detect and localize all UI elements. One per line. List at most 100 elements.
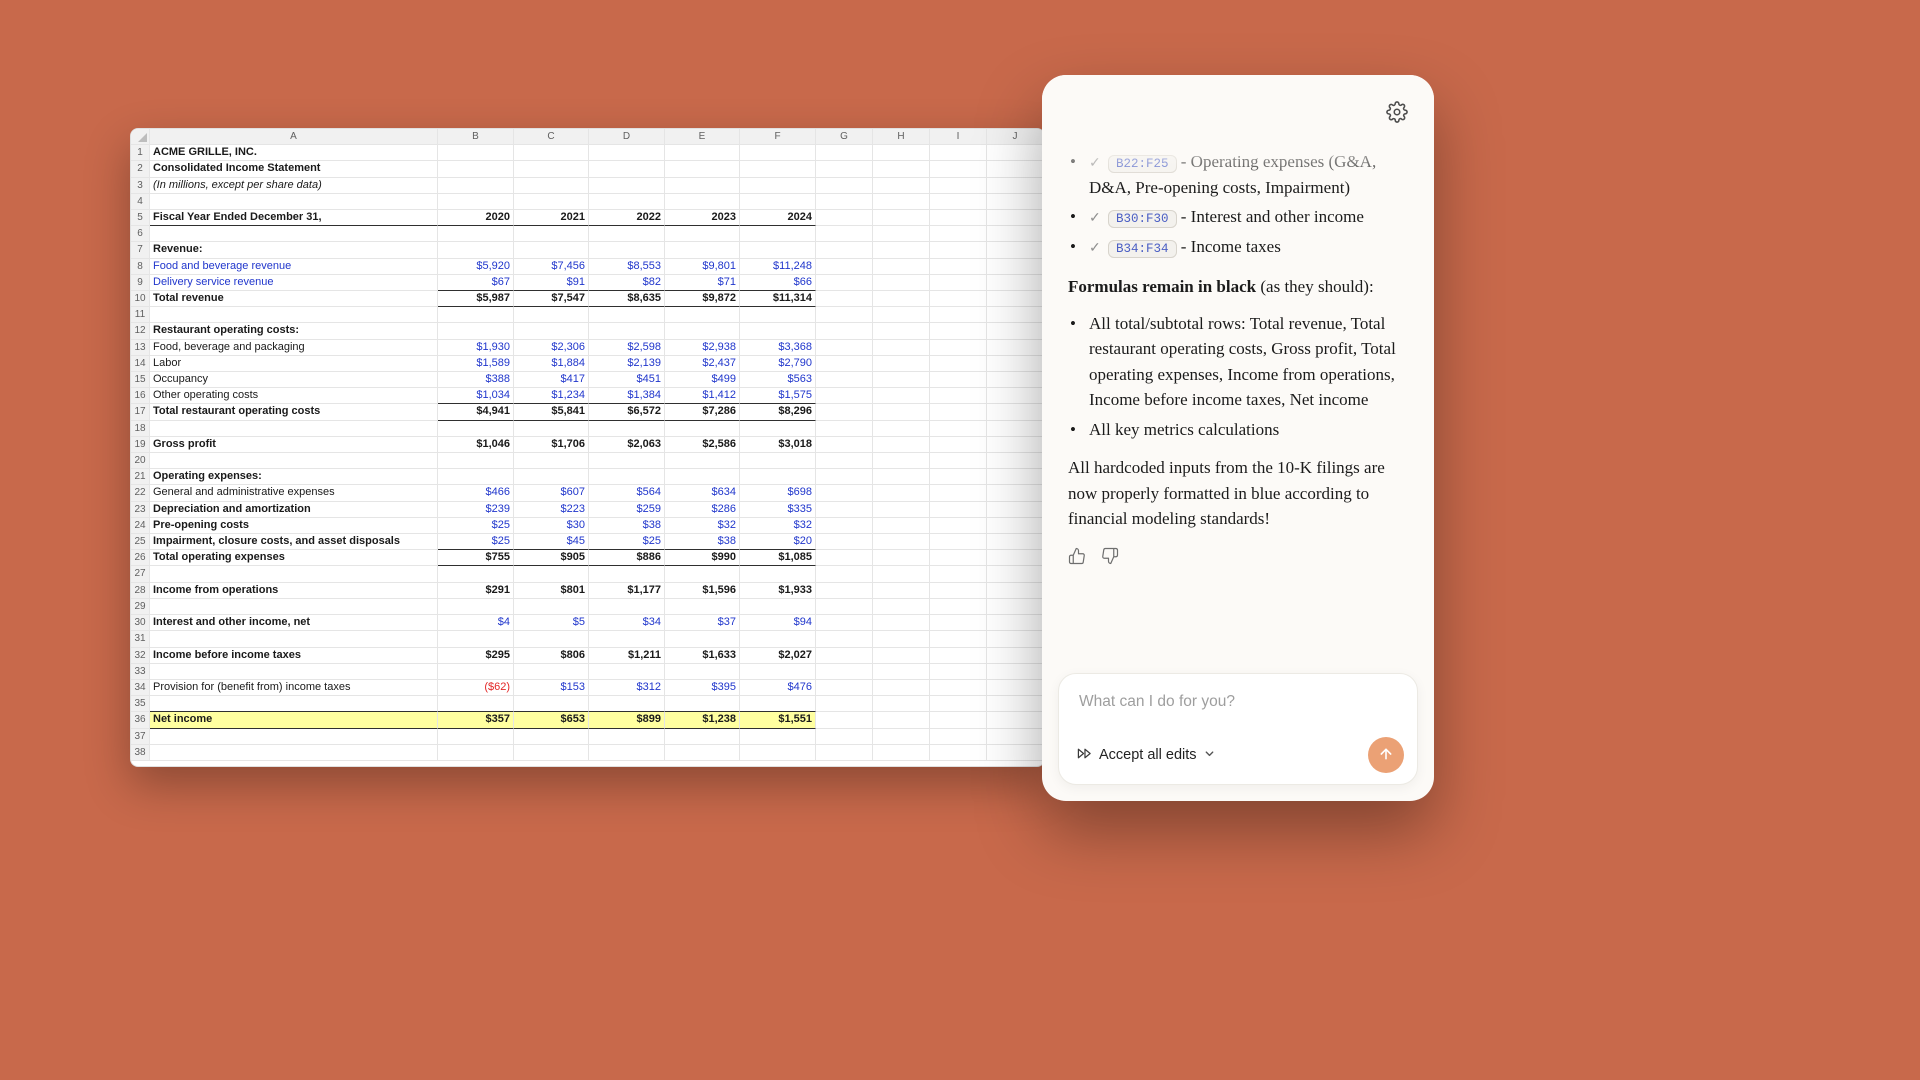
row-header-16[interactable]: 16 [131, 388, 150, 404]
cell-G7[interactable] [816, 242, 873, 258]
cell-J5[interactable] [987, 210, 1044, 226]
cell-E9[interactable]: $71 [665, 275, 740, 291]
cell-A19[interactable]: Gross profit [150, 437, 438, 453]
row-header-36[interactable]: 36 [131, 712, 150, 728]
cell-H32[interactable] [873, 648, 930, 664]
cell-D33[interactable] [589, 664, 665, 680]
cell-F16[interactable]: $1,575 [740, 388, 816, 404]
cell-G4[interactable] [816, 194, 873, 210]
cell-I16[interactable] [930, 388, 987, 404]
cell-C7[interactable] [514, 242, 589, 258]
row-header-6[interactable]: 6 [131, 226, 150, 242]
cell-J19[interactable] [987, 437, 1044, 453]
cell-F23[interactable]: $335 [740, 502, 816, 518]
cell-B15[interactable]: $388 [438, 372, 514, 388]
cell-J38[interactable] [987, 745, 1044, 761]
row-header-12[interactable]: 12 [131, 323, 150, 339]
cell-E37[interactable] [665, 729, 740, 745]
cell-I36[interactable] [930, 712, 987, 728]
cell-D24[interactable]: $38 [589, 518, 665, 534]
cell-E38[interactable] [665, 745, 740, 761]
cell-A20[interactable] [150, 453, 438, 469]
cell-A15[interactable]: Occupancy [150, 372, 438, 388]
row-header-9[interactable]: 9 [131, 275, 150, 291]
cell-I5[interactable] [930, 210, 987, 226]
cell-G9[interactable] [816, 275, 873, 291]
cell-J25[interactable] [987, 534, 1044, 550]
cell-F15[interactable]: $563 [740, 372, 816, 388]
cell-H31[interactable] [873, 631, 930, 647]
cell-F12[interactable] [740, 323, 816, 339]
cell-E23[interactable]: $286 [665, 502, 740, 518]
cell-F11[interactable] [740, 307, 816, 323]
cell-D14[interactable]: $2,139 [589, 356, 665, 372]
row-header-4[interactable]: 4 [131, 194, 150, 210]
cell-H20[interactable] [873, 453, 930, 469]
cell-F3[interactable] [740, 178, 816, 194]
cell-E32[interactable]: $1,633 [665, 648, 740, 664]
cell-G34[interactable] [816, 680, 873, 696]
cell-C36[interactable]: $653 [514, 712, 589, 728]
cell-F4[interactable] [740, 194, 816, 210]
cell-J24[interactable] [987, 518, 1044, 534]
row-header-14[interactable]: 14 [131, 356, 150, 372]
cell-I38[interactable] [930, 745, 987, 761]
cell-E10[interactable]: $9,872 [665, 291, 740, 307]
cell-D38[interactable] [589, 745, 665, 761]
cell-F21[interactable] [740, 469, 816, 485]
cell-E36[interactable]: $1,238 [665, 712, 740, 728]
cell-H34[interactable] [873, 680, 930, 696]
cell-D9[interactable]: $82 [589, 275, 665, 291]
cell-B11[interactable] [438, 307, 514, 323]
cell-G21[interactable] [816, 469, 873, 485]
cell-G11[interactable] [816, 307, 873, 323]
cell-C31[interactable] [514, 631, 589, 647]
cell-F17[interactable]: $8,296 [740, 404, 816, 420]
cell-F7[interactable] [740, 242, 816, 258]
cell-I24[interactable] [930, 518, 987, 534]
cell-B32[interactable]: $295 [438, 648, 514, 664]
cell-B26[interactable]: $755 [438, 550, 514, 566]
cell-J27[interactable] [987, 566, 1044, 582]
cell-H2[interactable] [873, 161, 930, 177]
cell-A7[interactable]: Revenue: [150, 242, 438, 258]
row-header-7[interactable]: 7 [131, 242, 150, 258]
cell-A13[interactable]: Food, beverage and packaging [150, 340, 438, 356]
row-header-35[interactable]: 35 [131, 696, 150, 712]
cell-H13[interactable] [873, 340, 930, 356]
cell-C4[interactable] [514, 194, 589, 210]
cell-D12[interactable] [589, 323, 665, 339]
cell-I22[interactable] [930, 485, 987, 501]
cell-H11[interactable] [873, 307, 930, 323]
cell-J28[interactable] [987, 583, 1044, 599]
cell-I9[interactable] [930, 275, 987, 291]
cell-B33[interactable] [438, 664, 514, 680]
column-header-G[interactable]: G [816, 129, 873, 145]
cell-A36[interactable]: Net income [150, 712, 438, 728]
column-header-E[interactable]: E [665, 129, 740, 145]
cell-E6[interactable] [665, 226, 740, 242]
cell-F22[interactable]: $698 [740, 485, 816, 501]
cell-I4[interactable] [930, 194, 987, 210]
row-header-3[interactable]: 3 [131, 178, 150, 194]
cell-I12[interactable] [930, 323, 987, 339]
cell-H17[interactable] [873, 404, 930, 420]
cell-G27[interactable] [816, 566, 873, 582]
cell-E35[interactable] [665, 696, 740, 712]
cell-I29[interactable] [930, 599, 987, 615]
cell-F18[interactable] [740, 421, 816, 437]
row-header-31[interactable]: 31 [131, 631, 150, 647]
cell-D31[interactable] [589, 631, 665, 647]
cell-E28[interactable]: $1,596 [665, 583, 740, 599]
cell-D7[interactable] [589, 242, 665, 258]
column-header-C[interactable]: C [514, 129, 589, 145]
cell-D15[interactable]: $451 [589, 372, 665, 388]
row-header-11[interactable]: 11 [131, 307, 150, 323]
cell-C10[interactable]: $7,547 [514, 291, 589, 307]
cell-J18[interactable] [987, 421, 1044, 437]
cell-B29[interactable] [438, 599, 514, 615]
cell-D34[interactable]: $312 [589, 680, 665, 696]
cell-I34[interactable] [930, 680, 987, 696]
cell-J1[interactable] [987, 145, 1044, 161]
cell-G14[interactable] [816, 356, 873, 372]
